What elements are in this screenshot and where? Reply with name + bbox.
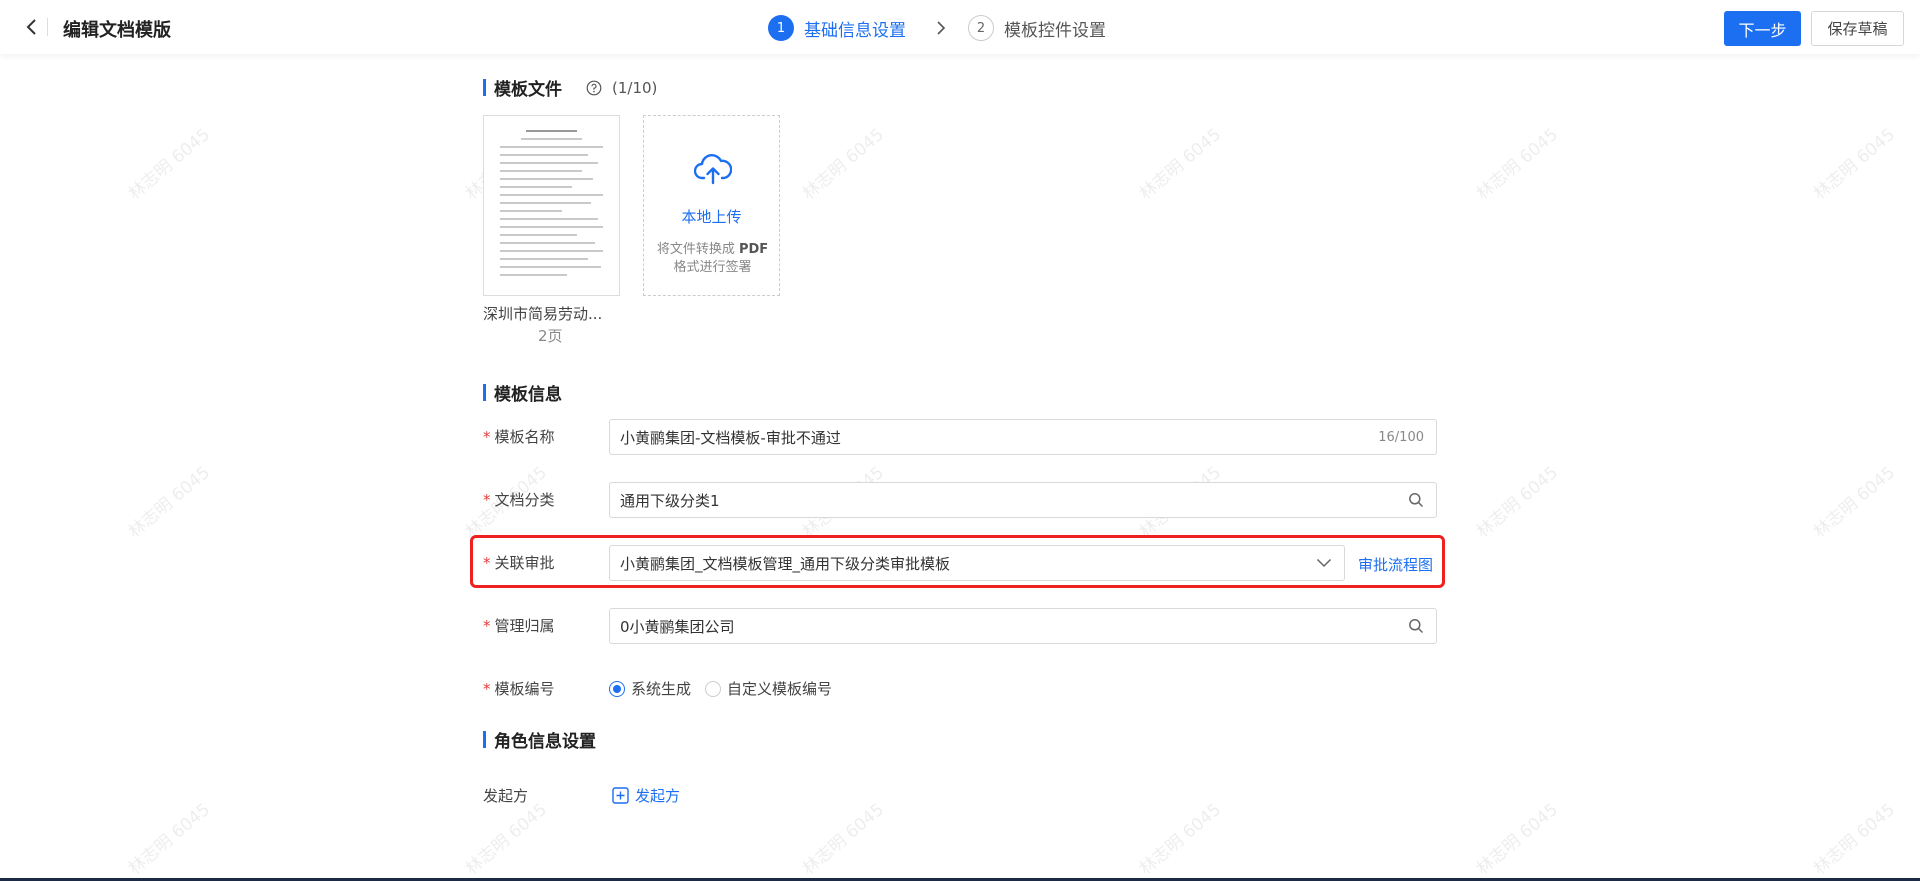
next-step-button[interactable]: 下一步 xyxy=(1724,11,1801,46)
watermark: 林志明 6045 xyxy=(1809,462,1900,543)
watermark: 林志明 6045 xyxy=(798,124,889,205)
local-upload-button[interactable]: 本地上传 将文件转换成 PDF 格式进行签署 xyxy=(643,115,780,296)
section-template-info: 模板信息 xyxy=(483,380,562,405)
upload-label: 本地上传 xyxy=(681,208,742,226)
step-indicator: 1 基础信息设置 2 模板控件设置 xyxy=(768,14,1106,42)
watermark: 林志明 6045 xyxy=(1135,124,1226,205)
radio-unchecked-icon xyxy=(705,680,722,697)
header-divider xyxy=(47,18,48,36)
chevron-down-icon xyxy=(1316,558,1332,568)
template-number-label: * 模板编号 xyxy=(483,680,555,698)
watermark: 林志明 6045 xyxy=(124,462,215,543)
document-category-input[interactable]: 通用下级分类1 xyxy=(609,482,1437,518)
template-name-label: * 模板名称 xyxy=(483,428,555,446)
top-header: 编辑文档模版 1 基础信息设置 2 模板控件设置 下一步 保存草稿 xyxy=(0,0,1920,54)
file-count: (1/10) xyxy=(612,78,658,97)
watermark: 林志明 6045 xyxy=(1472,124,1563,205)
radio-label: 系统生成 xyxy=(631,680,692,698)
cloud-upload-icon xyxy=(693,152,733,190)
section-bar xyxy=(483,731,486,748)
management-ownership-label: * 管理归属 xyxy=(483,617,555,635)
watermark: 林志明 6045 xyxy=(1809,799,1900,880)
section-title-text: 模板文件 xyxy=(494,80,562,100)
radio-custom-number[interactable]: 自定义模板编号 xyxy=(705,678,832,699)
search-icon[interactable] xyxy=(1408,492,1424,508)
back-button[interactable] xyxy=(18,14,44,40)
radio-checked-icon xyxy=(609,680,625,697)
page-title: 编辑文档模版 xyxy=(63,20,171,41)
section-bar xyxy=(483,79,486,96)
help-icon[interactable] xyxy=(586,80,602,96)
management-ownership-input[interactable]: 0小黄鹂集团公司 xyxy=(609,608,1437,644)
watermark: 林志明 6045 xyxy=(1472,462,1563,543)
section-title-text: 角色信息设置 xyxy=(494,732,596,752)
radio-label: 自定义模板编号 xyxy=(727,680,833,698)
file-thumbnail[interactable] xyxy=(483,115,620,296)
section-title-text: 模板信息 xyxy=(494,385,562,405)
template-name-value: 小黄鹂集团-文档模板-审批不通过 xyxy=(620,428,841,447)
document-category-value: 通用下级分类1 xyxy=(620,491,720,510)
initiator-label: 发起方 xyxy=(483,787,529,805)
template-name-input[interactable]: 小黄鹂集团-文档模板-审批不通过 16/100 xyxy=(609,419,1437,455)
step-basic-info[interactable]: 1 基础信息设置 xyxy=(768,15,906,41)
linked-approval-label: * 关联审批 xyxy=(483,554,555,572)
step-number: 2 xyxy=(968,15,994,41)
step-label: 基础信息设置 xyxy=(804,20,906,41)
file-name: 深圳市简易劳动... xyxy=(483,305,603,323)
linked-approval-select[interactable]: 小黄鹂集团_文档模板管理_通用下级分类审批模板 xyxy=(609,545,1345,581)
radio-system-generated[interactable]: 系统生成 xyxy=(609,678,691,699)
upload-hint: 将文件转换成 PDF 格式进行签署 xyxy=(656,242,769,275)
watermark: 林志明 6045 xyxy=(1472,799,1563,880)
step-label: 模板控件设置 xyxy=(1004,20,1106,41)
approval-flowchart-link[interactable]: 审批流程图 xyxy=(1358,554,1433,575)
search-icon[interactable] xyxy=(1408,618,1424,634)
file-page-count: 2页 xyxy=(538,327,563,345)
watermark: 林志明 6045 xyxy=(461,799,552,880)
watermark: 林志明 6045 xyxy=(124,799,215,880)
step-number: 1 xyxy=(768,15,794,41)
template-number-radio-group: 系统生成 自定义模板编号 xyxy=(609,678,846,699)
section-bar xyxy=(483,384,486,401)
watermark: 林志明 6045 xyxy=(1135,799,1226,880)
watermark: 林志明 6045 xyxy=(124,124,215,205)
add-initiator-button[interactable]: 发起方 xyxy=(612,785,680,806)
watermark: 林志明 6045 xyxy=(798,799,889,880)
section-template-file: 模板文件 (1/10) xyxy=(483,75,657,100)
save-draft-button[interactable]: 保存草稿 xyxy=(1811,11,1904,46)
linked-approval-value: 小黄鹂集团_文档模板管理_通用下级分类审批模板 xyxy=(620,554,951,573)
char-counter: 16/100 xyxy=(1378,429,1424,445)
step-template-controls[interactable]: 2 模板控件设置 xyxy=(968,15,1106,41)
section-role-info: 角色信息设置 xyxy=(483,727,596,752)
plus-square-icon xyxy=(612,787,629,804)
watermark: 林志明 6045 xyxy=(1809,124,1900,205)
management-ownership-value: 0小黄鹂集团公司 xyxy=(620,617,735,636)
add-initiator-label: 发起方 xyxy=(635,787,681,805)
document-category-label: * 文档分类 xyxy=(483,491,555,509)
chevron-left-icon xyxy=(26,19,36,35)
chevron-right-icon xyxy=(936,20,946,36)
